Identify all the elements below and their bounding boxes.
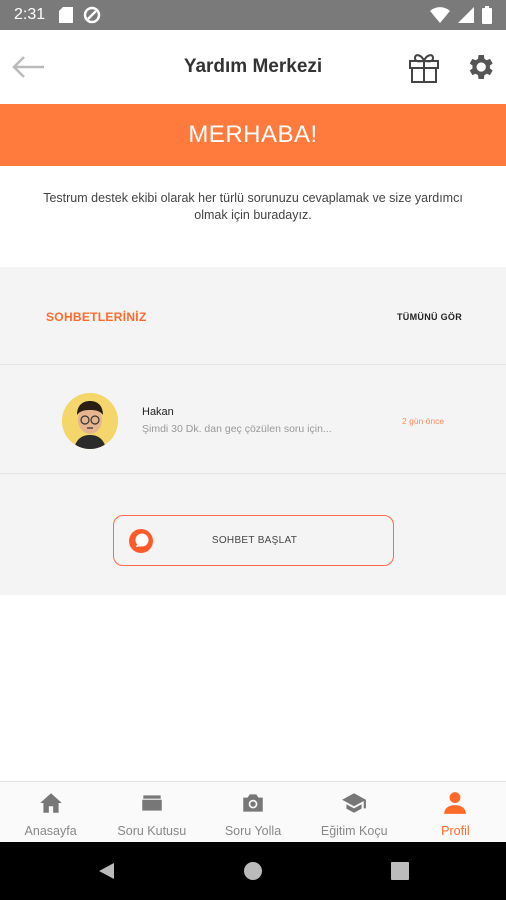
nav-label: Soru Yolla [224, 824, 282, 838]
chats-header: SOHBETLERİNİZ TÜMÜNÜ GÖR [0, 267, 506, 365]
intro-text: Testrum destek ekibi olarak her türlü so… [43, 191, 463, 222]
chat-list-item[interactable]: Hakan Şimdi 30 Dk. dan geç çözülen soru … [0, 366, 506, 474]
avatar-face-icon [62, 393, 118, 449]
inbox-icon [142, 795, 162, 811]
nav-item-profile[interactable]: Profil [405, 782, 506, 842]
start-chat-label: SOHBET BAŞLAT [211, 535, 298, 546]
nav-label: Anasayfa [24, 824, 77, 838]
home-circle-icon[interactable] [243, 861, 263, 881]
person-icon [444, 792, 467, 814]
avatar [62, 393, 118, 449]
status-bar: 2:31 [0, 0, 506, 30]
nav-item-home[interactable]: Anasayfa [0, 782, 101, 842]
gear-icon[interactable] [464, 51, 496, 83]
camera-icon [243, 794, 263, 812]
welcome-banner: MERHABA! [0, 104, 506, 166]
bottom-nav: Anasayfa Soru Kutusu Soru Yolla Eğitim K… [0, 781, 506, 842]
recents-square-icon[interactable] [390, 861, 410, 881]
gift-icon[interactable] [407, 50, 441, 84]
home-icon [39, 793, 62, 813]
battery-icon [482, 6, 492, 24]
chat-contact-name: Hakan [142, 406, 174, 418]
status-time: 2:31 [14, 6, 46, 23]
sd-card-icon [59, 7, 74, 23]
back-triangle-icon[interactable] [96, 861, 116, 881]
chat-preview-text: Şimdi 30 Dk. dan geç çözülen soru için..… [142, 423, 332, 435]
nav-label: Eğitim Koçu [320, 824, 388, 838]
nav-label: Profil [441, 824, 470, 838]
chats-section: SOHBETLERİNİZ TÜMÜNÜ GÖR Hakan Şimdi 30 … [0, 267, 506, 595]
see-all-link[interactable]: TÜMÜNÜ GÖR [397, 312, 462, 322]
graduation-cap-icon [342, 793, 367, 813]
nav-label: Soru Kutusu [117, 824, 187, 838]
chats-title: SOHBETLERİNİZ [46, 310, 147, 324]
start-chat-button[interactable]: SOHBET BAŞLAT [113, 515, 394, 566]
app-bar: Yardım Merkezi [0, 30, 506, 104]
system-nav-bar [0, 842, 506, 900]
wifi-icon [430, 7, 450, 23]
data-saver-icon [83, 6, 101, 24]
nav-item-coach[interactable]: Eğitim Koçu [304, 782, 405, 842]
nav-item-inbox[interactable]: Soru Kutusu [101, 782, 202, 842]
signal-icon [458, 7, 474, 23]
chat-timestamp: 2 gün önce [402, 416, 445, 426]
nav-item-send-question[interactable]: Soru Yolla [202, 782, 303, 842]
